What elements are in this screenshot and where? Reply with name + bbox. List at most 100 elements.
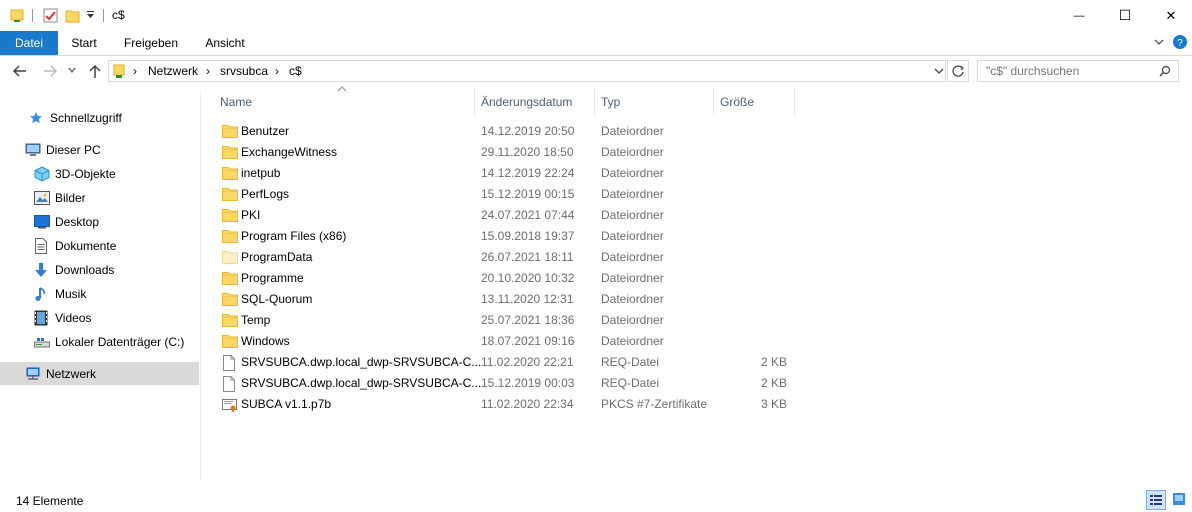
breadcrumb-separator[interactable]: › xyxy=(275,64,279,78)
file-row[interactable]: inetpub 14.12.2019 22:24 Dateiordner xyxy=(218,163,798,184)
file-date: 13.11.2020 12:31 xyxy=(481,292,574,306)
file-name: Temp xyxy=(241,313,271,327)
videos-icon xyxy=(34,310,52,326)
file-name: ExchangeWitness xyxy=(241,145,338,159)
pane-divider[interactable] xyxy=(200,90,201,480)
file-row[interactable]: SRVSUBCA.dwp.local_dwp-SRVSUBCA-C... 15.1… xyxy=(218,373,798,394)
file-row[interactable]: Programme 20.10.2020 10:32 Dateiordner xyxy=(218,268,798,289)
close-icon: ✕ xyxy=(1165,7,1177,23)
maximize-button[interactable]: ☐ xyxy=(1102,0,1148,31)
column-divider[interactable] xyxy=(594,89,595,115)
address-dropdown-icon[interactable] xyxy=(934,67,944,75)
nav-item-dieser-pc[interactable]: Dieser PC xyxy=(25,139,101,161)
file-date: 14.12.2019 22:24 xyxy=(481,166,575,180)
file-name: Programme xyxy=(241,271,304,285)
nav-item-netzwerk[interactable]: Netzwerk xyxy=(25,363,96,385)
file-name: SQL-Quorum xyxy=(241,292,313,306)
nav-item-label: Netzwerk xyxy=(46,367,97,381)
recent-locations-icon[interactable] xyxy=(68,66,76,74)
nav-item-label: Desktop xyxy=(55,215,100,229)
file-type: Dateiordner xyxy=(601,250,664,264)
column-divider[interactable] xyxy=(794,89,795,115)
breadcrumb-separator[interactable]: › xyxy=(133,64,137,78)
file-row[interactable]: Temp 25.07.2021 18:36 Dateiordner xyxy=(218,310,798,331)
nav-item-label: 3D-Objekte xyxy=(55,167,116,181)
file-type: Dateiordner xyxy=(601,271,664,285)
large-icons-view-icon xyxy=(1173,493,1185,505)
file-row[interactable]: Benutzer 14.12.2019 20:50 Dateiordner xyxy=(218,121,798,142)
nav-item-bilder[interactable]: Bilder xyxy=(34,187,86,209)
nav-item-desktop[interactable]: Desktop xyxy=(34,211,99,233)
nav-item-3d-objekte[interactable]: 3D-Objekte xyxy=(34,163,116,185)
network-icon xyxy=(25,367,43,381)
file-name: Benutzer xyxy=(241,124,290,138)
column-divider[interactable] xyxy=(474,89,475,115)
file-date: 11.02.2020 22:21 xyxy=(481,355,574,369)
forward-icon[interactable] xyxy=(42,64,58,78)
column-header-date[interactable]: Änderungsdatum xyxy=(481,95,572,109)
breadcrumb-srvsubca[interactable]: srvsubca xyxy=(220,64,268,78)
help-icon[interactable]: ? xyxy=(1172,34,1188,50)
star-icon xyxy=(29,111,47,125)
file-row[interactable]: PKI 24.07.2021 07:44 Dateiordner xyxy=(218,205,798,226)
new-folder-icon[interactable] xyxy=(65,7,80,23)
expand-ribbon-icon[interactable] xyxy=(1153,37,1165,47)
column-header-type[interactable]: Typ xyxy=(601,95,620,109)
file-type: PKCS #7-Zertifikate xyxy=(601,397,708,411)
nav-item-musik[interactable]: Musik xyxy=(34,283,86,305)
file-row[interactable]: PerfLogs 15.12.2019 00:15 Dateiordner xyxy=(218,184,798,205)
file-row[interactable]: SUBCA v1.1.p7b 11.02.2020 22:34 PKCS #7-Ze… xyxy=(218,394,798,415)
breadcrumb-netzwerk[interactable]: Netzwerk xyxy=(148,64,198,78)
breadcrumb-separator[interactable]: › xyxy=(206,64,210,78)
tab-start[interactable]: Start xyxy=(62,31,106,55)
nav-item-label: Dieser PC xyxy=(46,143,101,157)
search-icon[interactable] xyxy=(1159,65,1171,77)
certificate-icon xyxy=(222,397,238,413)
folder-icon xyxy=(222,334,238,348)
file-date: 24.07.2021 07:44 xyxy=(481,208,575,222)
minimize-icon: — xyxy=(1073,9,1085,22)
tab-datei[interactable]: Datei xyxy=(0,31,58,55)
file-row[interactable]: ExchangeWitness 29.11.2020 18:50 Dateiordn… xyxy=(218,142,798,163)
up-icon[interactable] xyxy=(88,63,102,79)
details-view-button[interactable] xyxy=(1146,490,1166,510)
tab-freigeben[interactable]: Freigeben xyxy=(116,31,186,55)
file-size: 2 KB xyxy=(760,376,787,390)
properties-icon[interactable] xyxy=(43,7,58,23)
search-input[interactable] xyxy=(977,60,1179,82)
nav-item-schnellzugriff[interactable]: Schnellzugriff xyxy=(29,107,122,129)
nav-item-label: Musik xyxy=(55,287,87,301)
tab-ansicht[interactable]: Ansicht xyxy=(197,31,253,55)
file-row[interactable]: SQL-Quorum 13.11.2020 12:31 Dateiordner xyxy=(218,289,798,310)
file-row[interactable]: Windows 18.07.2021 09:16 Dateiordner xyxy=(218,331,798,352)
folder-icon xyxy=(222,229,238,243)
refresh-button[interactable] xyxy=(947,60,969,82)
network-location-icon xyxy=(113,63,125,79)
nav-item-downloads[interactable]: Downloads xyxy=(34,259,114,281)
nav-item-dokumente[interactable]: Dokumente xyxy=(34,235,116,257)
file-type: Dateiordner xyxy=(601,334,664,348)
file-row[interactable]: SRVSUBCA.dwp.local_dwp-SRVSUBCA-C... 11.0… xyxy=(218,352,798,373)
file-type: Dateiordner xyxy=(601,292,664,306)
file-date: 20.10.2020 10:32 xyxy=(481,271,575,285)
file-name: SRVSUBCA.dwp.local_dwp-SRVSUBCA-C... xyxy=(241,355,482,369)
nav-item-lokaler-datenträger-c[interactable]: Lokaler Datenträger (C:) xyxy=(34,331,184,353)
column-divider[interactable] xyxy=(713,89,714,115)
customize-dropdown-icon[interactable] xyxy=(86,7,95,23)
large-icons-view-button[interactable] xyxy=(1170,490,1190,510)
file-date: 29.11.2020 18:50 xyxy=(481,145,574,159)
file-date: 18.07.2021 09:16 xyxy=(481,334,575,348)
sort-ascending-icon xyxy=(337,86,347,92)
close-button[interactable]: ✕ xyxy=(1148,0,1192,31)
file-row[interactable]: ProgramData 26.07.2021 18:11 Dateiordner xyxy=(218,247,798,268)
column-header-size[interactable]: Größe xyxy=(720,95,754,109)
back-icon[interactable] xyxy=(12,64,28,78)
file-icon xyxy=(222,376,236,392)
minimize-button[interactable]: — xyxy=(1056,0,1102,31)
file-date: 25.07.2021 18:36 xyxy=(481,313,575,327)
file-row[interactable]: Program Files (x86) 15.09.2018 19:37 Datei… xyxy=(218,226,798,247)
nav-item-videos[interactable]: Videos xyxy=(34,307,91,329)
breadcrumb-c[interactable]: c$ xyxy=(289,64,302,78)
svg-text:?: ? xyxy=(1177,38,1183,49)
column-header-name[interactable]: Name xyxy=(220,95,252,109)
